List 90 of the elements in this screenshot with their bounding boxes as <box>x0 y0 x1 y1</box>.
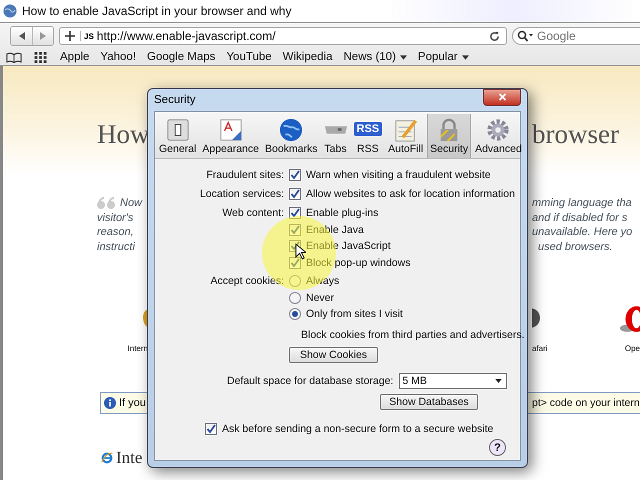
switch-icon <box>166 118 190 142</box>
bookmark-link[interactable]: Google Maps <box>147 51 216 63</box>
section-heading: Inte <box>116 448 142 468</box>
checkbox[interactable] <box>205 422 217 435</box>
checkbox-label[interactable]: Enable plug-ins <box>306 207 378 220</box>
address-bar[interactable]: JS http://www.enable-javascript.com/ <box>59 27 507 45</box>
cookie-note: Block cookies from third parties and advertisers. <box>301 328 525 340</box>
checkbox[interactable] <box>289 188 301 200</box>
globe-icon <box>279 118 304 142</box>
radio-label[interactable]: Never <box>306 292 334 304</box>
preferences-tab[interactable]: Security <box>427 114 472 158</box>
quote-text: used browsers. <box>538 240 613 254</box>
help-button[interactable]: ? <box>489 439 506 456</box>
preferences-tab[interactable]: RSS RSS <box>352 114 384 158</box>
radio-button[interactable] <box>289 275 301 288</box>
forward-arrow-icon <box>39 32 47 40</box>
preferences-tab[interactable]: General <box>157 114 198 158</box>
setting-label: Location services: <box>198 187 284 202</box>
storage-label: Default space for database storage: <box>227 374 394 386</box>
bookmark-menu[interactable]: News (10) <box>344 51 407 63</box>
notice-text: pt> code on your intern <box>532 397 640 409</box>
radio-label[interactable]: Always <box>306 275 340 288</box>
caret-icon <box>400 54 407 60</box>
browser-logo-icon <box>532 306 540 330</box>
close-button[interactable] <box>483 88 521 106</box>
quote-text: unavailable. Here yo <box>532 225 632 240</box>
opera-logo-icon <box>620 306 640 334</box>
show-databases-button[interactable]: Show Databases <box>380 394 478 410</box>
rss-icon: RSS <box>354 122 382 136</box>
quote-text: visitor's <box>97 210 134 225</box>
quote-text: reason, <box>97 225 134 240</box>
checkbox[interactable] <box>289 256 301 269</box>
checkbox[interactable] <box>289 224 301 236</box>
browser-name: afari <box>532 344 548 353</box>
checkbox-label[interactable]: Block pop-up windows <box>306 256 410 269</box>
browser-name: Ope <box>624 344 640 353</box>
bookmark-link[interactable]: YouTube <box>226 51 272 63</box>
page-heading: browser <box>532 118 619 148</box>
reload-icon[interactable] <box>489 30 500 42</box>
quote-text: mming language tha <box>532 196 632 210</box>
search-icon <box>517 30 533 42</box>
back-arrow-icon <box>18 32 26 40</box>
pointer-icon <box>295 243 306 260</box>
back-button[interactable] <box>11 27 32 45</box>
caret-icon <box>495 378 502 382</box>
url-text: http://www.enable-javascript.com/ <box>96 29 277 43</box>
bookmark-link[interactable]: Apple <box>60 51 90 63</box>
radio-button[interactable] <box>289 308 301 320</box>
pencil-icon <box>394 118 418 142</box>
quote-text: instructi <box>97 240 135 254</box>
checkbox-label[interactable]: Enable JavaScript <box>306 240 391 252</box>
globe-icon <box>3 4 17 18</box>
setting-label: Fraudulent sites: <box>205 168 284 183</box>
preferences-tab[interactable]: Bookmarks <box>263 114 320 158</box>
setting-label: Web content: <box>221 206 284 221</box>
storage-dropdown[interactable]: 5 MB <box>399 372 508 388</box>
caret-icon <box>462 54 469 60</box>
grid-icon[interactable] <box>33 52 49 62</box>
bookmark-link[interactable]: Yahoo! <box>100 51 136 63</box>
show-cookies-button[interactable]: Show Cookies <box>289 346 378 362</box>
bookmark-menu[interactable]: Popular <box>418 51 469 63</box>
preferences-tab[interactable]: Appearance <box>200 114 261 158</box>
quote-text: and if disabled for s <box>532 210 628 225</box>
preferences-tab[interactable]: Advanced <box>473 114 524 158</box>
page-heading: How <box>97 118 150 148</box>
checkbox[interactable] <box>289 207 301 220</box>
site-favicon: JS <box>84 32 94 40</box>
bookmark-link[interactable]: Wikipedia <box>282 51 332 63</box>
quote-icon <box>97 197 117 210</box>
font-icon <box>218 118 243 142</box>
checkbox-label[interactable]: Warn when visiting a fraudulent website <box>306 169 491 182</box>
notice-text: If you <box>119 397 146 409</box>
dialog-title: Security <box>154 94 196 106</box>
radio-label[interactable]: Only from sites I visit <box>306 308 403 320</box>
checkbox-label[interactable]: Allow websites to ask for location information <box>306 188 515 200</box>
info-icon <box>104 397 116 409</box>
checkbox-label[interactable]: Ask before sending a non-secure form to a secure website <box>222 422 494 435</box>
preferences-tab[interactable]: AutoFill <box>386 114 426 158</box>
close-icon <box>498 93 506 101</box>
preferences-tab[interactable]: Tabs <box>322 114 350 158</box>
search-field[interactable]: Google <box>512 27 640 45</box>
checkbox[interactable] <box>289 169 301 182</box>
ie-logo-icon <box>101 452 113 464</box>
gear-icon <box>486 118 510 142</box>
book-icon[interactable] <box>6 52 22 62</box>
checkbox-label[interactable]: Enable Java <box>306 224 364 236</box>
setting-label: Accept cookies: <box>209 274 284 289</box>
window-title: How to enable JavaScript in your browser and why <box>22 4 292 18</box>
radio-button[interactable] <box>289 292 301 304</box>
quote-text: Now <box>120 196 142 210</box>
